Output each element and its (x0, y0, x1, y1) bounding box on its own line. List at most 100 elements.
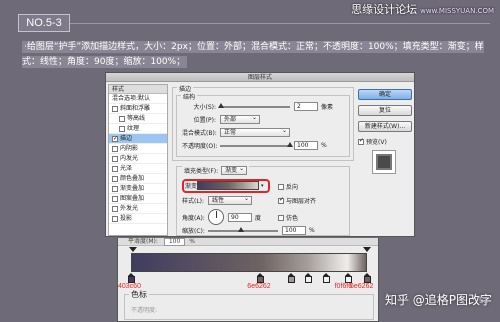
color-stop[interactable] (287, 273, 295, 283)
dither-checkbox[interactable] (278, 214, 284, 221)
preview-checkbox[interactable] (358, 137, 364, 145)
position-label: 位置(P): (193, 117, 216, 124)
opacity-unit: % (321, 142, 327, 149)
style-checkbox[interactable] (119, 125, 125, 132)
stop-opacity-label: 不透明度: (131, 307, 158, 314)
style-row: 样式(L): 线性 (182, 195, 252, 205)
scale-input[interactable]: 100 (282, 226, 306, 235)
style-checkbox[interactable] (112, 205, 118, 212)
site-watermark: 思缘设计论坛 www.MISSYUAN.COM (351, 1, 494, 17)
color-stop[interactable] (304, 273, 312, 283)
style-item-label: 内阴影 (120, 144, 139, 152)
blend-mode-select[interactable]: 正常 (220, 127, 290, 137)
dialog-buttons: 确定 复位 新建样式(W)... 预览(V) (358, 89, 412, 174)
dialog-title: 图层样式 (106, 73, 414, 82)
style-label: 样式(L): (182, 198, 205, 205)
style-item[interactable]: 等高线 (109, 114, 167, 124)
watermark-site: www.MISSYUAN.COM (420, 7, 494, 15)
style-checkbox[interactable] (112, 185, 118, 192)
zhihu-watermark: 知乎 @追格P图改字 (384, 293, 492, 307)
color-stop[interactable] (323, 273, 331, 283)
preview-row: 预览(V) (358, 137, 412, 146)
opacity-label: 不透明度(O): (182, 143, 218, 150)
style-checkbox[interactable] (112, 165, 118, 172)
size-unit: 像素 (321, 104, 334, 111)
style-checkbox[interactable] (112, 105, 118, 112)
styles-list: 样式 混合选项:默认斜面和浮雕等高线纹理描边内阴影内发光光泽颜色叠加渐变叠加图案… (108, 84, 168, 236)
style-item[interactable]: 内阴影 (109, 144, 167, 154)
gradient-editor: 平滑度(M): 100 % 403c60 6e6262 f0f6f6 6e6262 色… (117, 238, 379, 322)
style-item[interactable]: 图案叠加 (109, 194, 167, 204)
scale-slider[interactable] (208, 226, 278, 232)
position-select[interactable]: 外部 (220, 114, 260, 124)
style-checkbox[interactable] (112, 195, 118, 202)
fill-type-select[interactable]: 渐变 (221, 165, 248, 175)
smoothness-unit: % (189, 238, 195, 245)
style-item[interactable]: 描边 (109, 134, 167, 144)
size-input[interactable]: 2 (294, 102, 318, 111)
color-stop[interactable] (257, 273, 265, 283)
angle-row: 角度(A): 90 度 (182, 209, 261, 225)
scale-unit: % (309, 227, 315, 234)
size-slider[interactable] (218, 102, 290, 108)
opacity-input[interactable]: 100 (294, 141, 318, 150)
angle-dial[interactable] (208, 209, 224, 225)
style-item[interactable]: 颜色叠加 (109, 174, 167, 184)
color-stop[interactable] (344, 273, 352, 283)
reset-button[interactable]: 复位 (358, 105, 412, 116)
angle-input[interactable]: 90 (228, 212, 252, 222)
smoothness-input[interactable]: 100 (163, 238, 186, 246)
style-item[interactable]: 内发光 (109, 154, 167, 164)
style-item[interactable]: 渐变叠加 (109, 184, 167, 194)
style-preview (372, 150, 396, 174)
style-item[interactable]: 投影 (109, 214, 167, 224)
new-style-button[interactable]: 新建样式(W)... (358, 121, 412, 132)
smoothness-row: 平滑度(M): 100 % (118, 238, 378, 246)
style-item-label: 外发光 (120, 204, 139, 212)
color-stop-label: 6e6262 (350, 283, 374, 290)
color-stop[interactable] (127, 273, 135, 283)
fill-type-row: 填充类型(F): 渐变 (182, 165, 250, 175)
style-checkbox[interactable] (112, 134, 118, 144)
step-description-text: ·给图层“护手”添加描边样式，大小：2px；位置：外部；混合模式：正常；不透明度… (22, 41, 484, 68)
gradient-bar[interactable] (131, 253, 367, 272)
style-select[interactable]: 线性 (208, 195, 252, 205)
opacity-slider[interactable] (220, 141, 293, 147)
ok-button[interactable]: 确定 (358, 89, 412, 100)
smoothness-label: 平滑度(M): (128, 238, 158, 245)
align-checkbox[interactable] (278, 196, 284, 204)
style-item[interactable]: 混合选项:默认 (109, 94, 167, 104)
opacity-stop-right[interactable] (363, 247, 371, 252)
divider (70, 23, 490, 24)
angle-unit: 度 (255, 214, 262, 222)
style-checkbox[interactable] (112, 175, 118, 182)
style-item-label: 光泽 (120, 164, 133, 172)
color-stops-section: 色标 不透明度: (124, 289, 374, 320)
color-stop[interactable] (363, 273, 371, 283)
style-item[interactable]: 纹理 (109, 124, 167, 134)
style-item-label: 图案叠加 (120, 194, 145, 202)
reverse-checkbox[interactable] (278, 183, 284, 190)
gradient-dropdown-icon[interactable]: ▾ (261, 183, 264, 189)
align-label: 与图层对齐 (286, 198, 317, 205)
style-item-label: 内发光 (120, 154, 139, 162)
reverse-row: 反向 (278, 182, 298, 191)
style-checkbox[interactable] (119, 115, 125, 122)
step-description: ·给图层“护手”添加描边样式，大小：2px；位置：外部；混合模式：正常；不透明度… (22, 40, 484, 70)
position-row: 位置(P): 外部 (182, 114, 260, 124)
style-item[interactable]: 光泽 (109, 164, 167, 174)
style-item-label: 投影 (120, 214, 133, 222)
blend-label: 混合模式(B): (182, 130, 217, 137)
opacity-stop-left[interactable] (129, 247, 137, 252)
style-item[interactable]: 外发光 (109, 204, 167, 214)
angle-label: 角度(A): (182, 214, 205, 222)
gradient-row: 渐变: ▾ (185, 181, 264, 190)
dither-row: 仿色 (278, 213, 298, 222)
style-item[interactable]: 斜面和浮雕 (109, 104, 167, 114)
gradient-picker[interactable] (197, 181, 259, 190)
style-checkbox[interactable] (112, 145, 118, 152)
page-number: 51 (479, 296, 488, 305)
style-checkbox[interactable] (112, 155, 118, 162)
style-checkbox[interactable] (112, 215, 118, 222)
reverse-label: 反向 (286, 184, 299, 191)
